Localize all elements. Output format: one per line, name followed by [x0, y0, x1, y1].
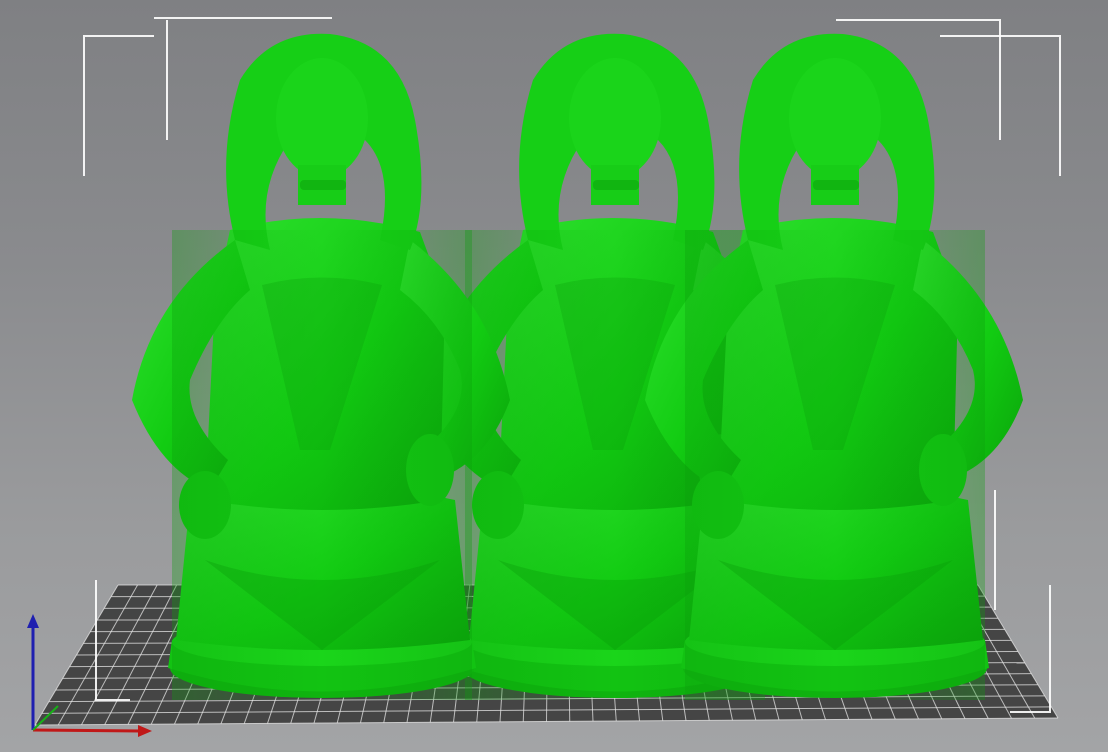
bust-model-left[interactable] — [132, 33, 510, 700]
x-axis-arrow-icon — [138, 725, 152, 737]
3d-viewport[interactable] — [0, 0, 1108, 752]
z-axis-arrow-icon — [27, 614, 39, 628]
scene-canvas[interactable] — [0, 0, 1108, 752]
x-axis — [32, 728, 141, 733]
